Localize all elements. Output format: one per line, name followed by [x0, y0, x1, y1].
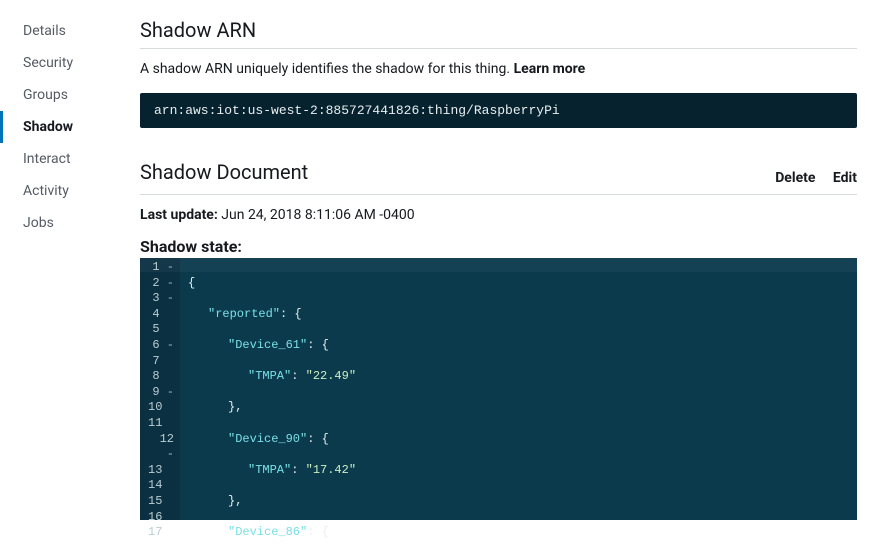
last-update: Last update: Jun 24, 2018 8:11:06 AM -04… — [140, 207, 857, 223]
code-body: { "reported": { "Device_61": { "TMPA": "… — [180, 258, 371, 520]
sidebar-item-groups[interactable]: Groups — [0, 79, 120, 111]
sidebar-item-label: Shadow — [23, 119, 73, 135]
sidebar-item-label: Groups — [23, 87, 68, 103]
sidebar-item-label: Jobs — [23, 215, 54, 231]
sidebar-item-jobs[interactable]: Jobs — [0, 207, 120, 239]
shadow-arn-desc: A shadow ARN uniquely identifies the sha… — [140, 61, 857, 77]
sidebar-item-details[interactable]: Details — [0, 15, 120, 47]
shadow-state-label: Shadow state: — [140, 237, 857, 256]
divider — [140, 48, 857, 49]
shadow-document-header: Shadow Document Delete Edit — [140, 152, 857, 190]
delete-button[interactable]: Delete — [775, 170, 815, 186]
sidebar-item-activity[interactable]: Activity — [0, 175, 120, 207]
last-update-value: Jun 24, 2018 8:11:06 AM -0400 — [221, 207, 414, 223]
shadow-arn-desc-text: A shadow ARN uniquely identifies the sha… — [140, 61, 510, 77]
arn-value-box[interactable]: arn:aws:iot:us-west-2:885727441826:thing… — [140, 93, 857, 128]
shadow-document-title: Shadow Document — [140, 160, 308, 184]
sidebar-item-label: Activity — [23, 183, 69, 199]
shadow-arn-title: Shadow ARN — [140, 18, 857, 42]
sidebar-item-security[interactable]: Security — [0, 47, 120, 79]
learn-more-link[interactable]: Learn more — [514, 61, 586, 77]
shadow-document-actions: Delete Edit — [761, 170, 857, 190]
sidebar: Details Security Groups Shadow Interact … — [0, 0, 120, 552]
sidebar-item-interact[interactable]: Interact — [0, 143, 120, 175]
code-gutter: 1 - 2 - 3 - 4 5 6 - 7 8 9 - 10 11 12 - 1… — [140, 258, 180, 520]
last-update-label: Last update: — [140, 207, 218, 223]
sidebar-item-label: Details — [23, 23, 66, 39]
edit-button[interactable]: Edit — [833, 170, 857, 186]
main-content: Shadow ARN A shadow ARN uniquely identif… — [120, 0, 887, 552]
code-editor[interactable]: 1 - 2 - 3 - 4 5 6 - 7 8 9 - 10 11 12 - 1… — [140, 258, 857, 520]
sidebar-item-label: Interact — [23, 151, 71, 167]
sidebar-item-label: Security — [23, 55, 73, 71]
divider — [140, 194, 857, 195]
sidebar-item-shadow[interactable]: Shadow — [0, 111, 120, 143]
page-root: Details Security Groups Shadow Interact … — [0, 0, 887, 552]
